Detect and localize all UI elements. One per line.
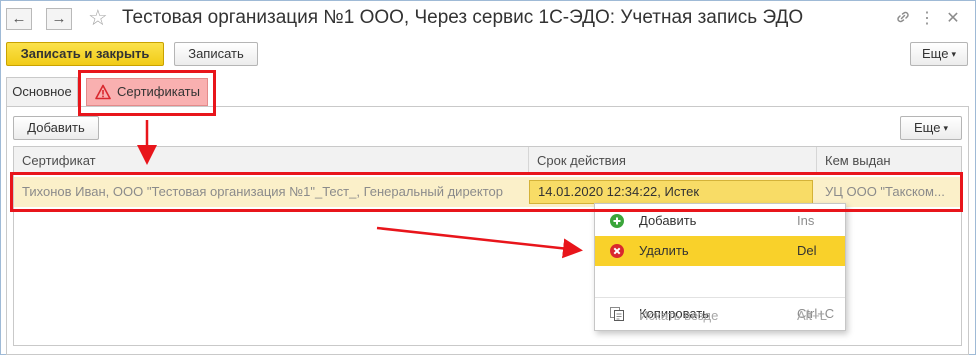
certificates-more-label: Еще	[914, 120, 941, 135]
back-button[interactable]: ←	[6, 8, 32, 30]
menu-separator	[595, 297, 845, 298]
column-issuer[interactable]: Кем выдан	[816, 147, 961, 174]
column-certificate[interactable]: Сертификат	[14, 147, 528, 174]
table-header: Сертификат Срок действия Кем выдан	[14, 147, 961, 175]
menu-item-delete-shortcut: Del	[797, 243, 817, 258]
certificates-more-button[interactable]: Еще ▾	[900, 116, 962, 140]
menu-item-delete-label: Удалить	[639, 243, 689, 258]
annotation-box-tab	[78, 70, 216, 116]
save-button[interactable]: Записать	[174, 42, 258, 66]
window-title: Тестовая организация №1 ООО, Через серви…	[122, 7, 804, 28]
chevron-down-icon: ▾	[951, 49, 956, 59]
more-button[interactable]: Еще ▾	[910, 42, 968, 66]
menu-item-search-label: Искать везде	[639, 308, 719, 323]
menu-item-search-everywhere: Искать везде Alt+L	[595, 301, 845, 331]
add-icon	[610, 214, 624, 228]
link-icon[interactable]	[892, 9, 914, 29]
menu-item-delete[interactable]: Удалить Del	[595, 236, 845, 266]
menu-item-search-shortcut: Alt+L	[797, 308, 827, 323]
close-icon[interactable]: ✕	[942, 9, 964, 29]
save-and-close-button[interactable]: Записать и закрыть	[6, 42, 164, 66]
add-certificate-button[interactable]: Добавить	[13, 116, 99, 140]
annotation-box-row	[10, 172, 963, 212]
forward-button[interactable]: →	[46, 8, 72, 30]
favorite-star-icon[interactable]: ☆	[88, 5, 108, 31]
title-bar: ← → ☆ Тестовая организация №1 ООО, Через…	[0, 0, 978, 38]
more-vertical-icon[interactable]: ⋮	[916, 9, 938, 29]
more-label: Еще	[922, 46, 949, 61]
back-arrow-icon: ←	[11, 10, 27, 27]
column-validity[interactable]: Срок действия	[528, 147, 816, 174]
tab-main[interactable]: Основное	[6, 77, 78, 107]
forward-arrow-icon: →	[51, 10, 67, 27]
chevron-down-icon: ▾	[943, 123, 948, 133]
delete-icon	[610, 244, 624, 258]
